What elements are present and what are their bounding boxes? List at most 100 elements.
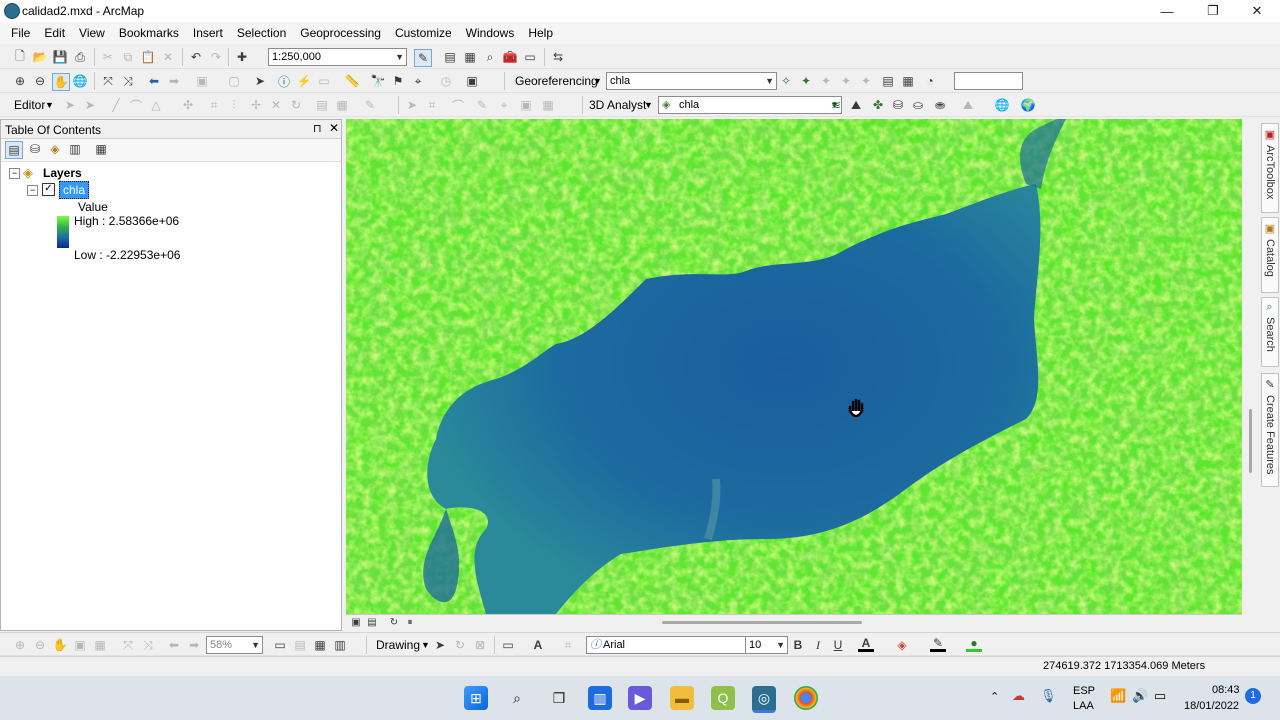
create-viewer-icon[interactable]: ▣ xyxy=(464,73,480,89)
text-tool-icon[interactable]: A xyxy=(530,637,546,653)
microphone-icon[interactable]: 🎙 xyxy=(1040,688,1057,704)
marker-color-icon[interactable]: ● xyxy=(966,636,982,652)
maximize-button[interactable]: ❐ xyxy=(1190,0,1236,22)
arctoolbox-icon[interactable]: 🧰 xyxy=(502,49,518,65)
file-explorer-icon[interactable]: ▬ xyxy=(670,686,694,710)
toggle-draft-mode-icon[interactable]: ▭ xyxy=(272,637,288,653)
collapse-layer-icon[interactable]: − xyxy=(27,185,38,196)
battery-icon[interactable]: ▭ xyxy=(1154,688,1166,704)
search-icon[interactable]: ⌕ xyxy=(505,686,529,710)
chrome-icon[interactable] xyxy=(794,686,818,710)
clock-time[interactable]: 08:43 xyxy=(1212,684,1240,696)
html-popup-icon[interactable]: ▭ xyxy=(316,73,332,89)
zoom-100-icon[interactable]: ▦ xyxy=(92,637,108,653)
keyboard-layout[interactable]: LAA xyxy=(1073,700,1094,712)
fit-to-display-icon[interactable]: ✦ xyxy=(858,73,874,89)
contour-icon[interactable]: ≋ xyxy=(828,97,844,113)
rectangle-icon[interactable]: ▭ xyxy=(500,637,516,653)
split-line-icon[interactable]: ✕ xyxy=(268,97,284,113)
wifi-icon[interactable]: 📶 xyxy=(1110,688,1126,704)
profile-graph-icon[interactable]: ⛰ xyxy=(960,97,976,113)
arcscene-icon[interactable]: 🌐 xyxy=(994,97,1010,113)
georef-search-input[interactable] xyxy=(954,72,1023,90)
layout-zoom-out-icon[interactable]: ⊖ xyxy=(32,637,48,653)
toc-close-button[interactable]: ✕ xyxy=(329,121,339,135)
fill-color-icon[interactable]: ◈ xyxy=(894,637,910,653)
full-extent-globe-icon[interactable]: 🌐 xyxy=(72,73,88,89)
add-control-points-icon[interactable]: ✦ xyxy=(798,73,814,89)
georeferencing-layer-combo[interactable]: chla ▼ xyxy=(606,72,777,90)
attributes-icon[interactable]: ▤ xyxy=(314,97,330,113)
pause-drawing-icon[interactable]: ⏸ xyxy=(404,616,416,628)
error-inspector-icon[interactable]: ▦ xyxy=(540,97,556,113)
find-binoculars-icon[interactable]: 🔭 xyxy=(370,73,386,89)
search-window-icon[interactable]: ⌕ xyxy=(482,49,498,65)
menu-customize[interactable]: Customize xyxy=(388,26,459,40)
fixed-zoom-out-layout-icon[interactable]: ⤨ xyxy=(140,637,156,653)
fixed-zoom-in-icon[interactable]: ⤧ xyxy=(100,73,116,89)
3d-analyst-layer-combo[interactable]: ◈ chla ▼ xyxy=(658,96,842,114)
zoom-to-selected-icon[interactable]: ⊠ xyxy=(472,637,488,653)
horizontal-scrollbar[interactable] xyxy=(662,621,862,624)
scale-icon[interactable]: ✦ xyxy=(838,73,854,89)
validate-topology-icon[interactable]: ▣ xyxy=(518,97,534,113)
edit-tool-icon[interactable]: ➤ xyxy=(62,97,78,113)
widgets-icon[interactable]: ▥ xyxy=(588,686,612,710)
new-document-icon[interactable]: 🗋 xyxy=(12,49,28,65)
interpolate-polygon-icon[interactable]: ⛂ xyxy=(932,97,948,113)
identify-icon[interactable]: ⓘ xyxy=(276,73,292,89)
topology-reshape-icon[interactable]: ⌒ xyxy=(450,97,466,113)
show-hidden-icons-icon[interactable]: ⌃ xyxy=(990,690,999,703)
viewer-icon[interactable]: ▦ xyxy=(900,73,916,89)
bold-button[interactable]: B xyxy=(790,637,806,653)
rotate-icon[interactable]: ✧ xyxy=(778,73,794,89)
sketch-properties-icon[interactable]: ▦ xyxy=(334,97,350,113)
menu-insert[interactable]: Insert xyxy=(186,26,230,40)
edit-vertices-icon[interactable]: ✣ xyxy=(180,97,196,113)
menu-help[interactable]: Help xyxy=(521,26,560,40)
time-slider-icon[interactable]: ◷ xyxy=(438,73,454,89)
editor-toolbar-icon[interactable]: ✎ xyxy=(414,49,432,67)
paste-icon[interactable]: 📋 xyxy=(140,49,156,65)
vertical-scrollbar-thumb[interactable] xyxy=(1249,409,1252,473)
split-icon[interactable]: ⫶ xyxy=(226,97,242,113)
cut-icon[interactable]: ✂ xyxy=(100,49,116,65)
toc-options-icon[interactable]: ▦ xyxy=(93,141,109,157)
endpoint-arc-icon[interactable]: ⌒ xyxy=(128,97,144,113)
forward-arrow-icon[interactable]: ➡ xyxy=(166,73,182,89)
chevron-down-icon[interactable]: ▼ xyxy=(45,100,54,110)
shift-icon[interactable]: ✦ xyxy=(818,73,834,89)
close-button[interactable]: ✕ xyxy=(1234,0,1280,22)
menu-edit[interactable]: Edit xyxy=(37,26,72,40)
interpolate-point-icon[interactable]: ⛁ xyxy=(890,97,906,113)
measure-icon[interactable]: 📏 xyxy=(344,73,360,89)
edit-annotation-icon[interactable]: ➤ xyxy=(82,97,98,113)
data-view-icon[interactable]: ▣ xyxy=(350,616,362,628)
clear-selection-icon[interactable]: ▢ xyxy=(226,73,242,89)
teams-chat-icon[interactable]: ▶ xyxy=(628,686,652,710)
create-features-tab[interactable]: ✎ Create Features xyxy=(1261,373,1279,487)
layout-zoom-in-icon[interactable]: ⊕ xyxy=(12,637,28,653)
reshape-icon[interactable]: ⌗ xyxy=(206,97,222,113)
qgis-icon[interactable]: Q xyxy=(711,686,735,710)
menu-file[interactable]: File xyxy=(4,26,37,40)
open-folder-icon[interactable]: 📂 xyxy=(32,49,48,65)
zoom-out-icon[interactable]: ⊖ xyxy=(32,73,48,89)
undo-icon[interactable]: ↶ xyxy=(188,49,204,65)
link-table-icon[interactable]: ▤ xyxy=(880,73,896,89)
collapse-layers-icon[interactable]: − xyxy=(9,168,20,179)
map-scale-combo[interactable]: 1:250,000 ▼ xyxy=(268,48,407,66)
focus-data-frame-icon[interactable]: ▤ xyxy=(292,637,308,653)
auto-register-icon[interactable]: ◔ xyxy=(922,73,938,89)
cut-polygons-icon[interactable]: ✢ xyxy=(248,97,264,113)
print-icon[interactable]: ⎙ xyxy=(72,49,88,65)
select-elements-icon[interactable]: ➤ xyxy=(432,637,448,653)
create-features-icon[interactable]: ✎ xyxy=(362,97,378,113)
windows-start-icon[interactable]: ⊞ xyxy=(464,686,488,710)
menu-windows[interactable]: Windows xyxy=(459,26,522,40)
zoom-whole-page-icon[interactable]: ▣ xyxy=(72,637,88,653)
3d-analyst-menu[interactable]: 3D Analyst xyxy=(589,98,646,112)
chevron-down-icon[interactable]: ▼ xyxy=(593,76,602,86)
catalog-icon[interactable]: ▦ xyxy=(462,49,478,65)
vertical-scrollbar-track[interactable] xyxy=(1244,119,1258,614)
